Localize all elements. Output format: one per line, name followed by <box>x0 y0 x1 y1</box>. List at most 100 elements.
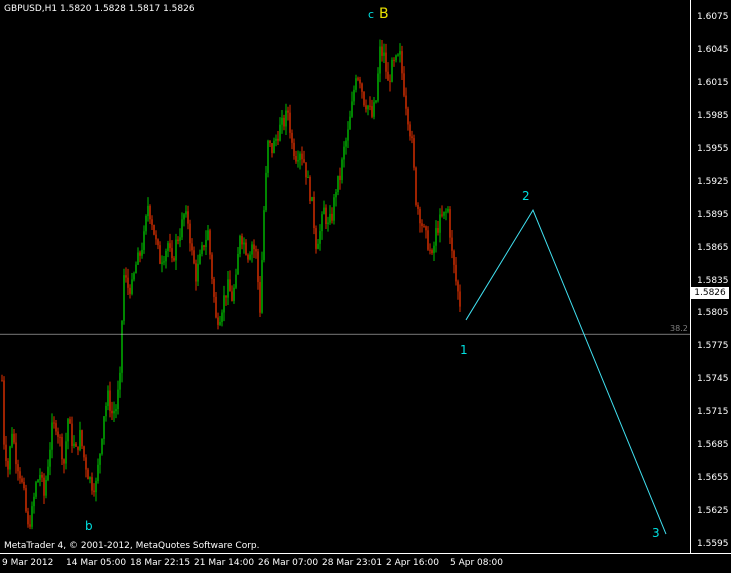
candle-body <box>259 282 261 313</box>
candle-body <box>53 422 55 424</box>
candle-body <box>287 110 289 113</box>
candle-body <box>305 162 307 178</box>
candle-body <box>347 129 349 141</box>
candle-body <box>459 291 461 307</box>
candle-body <box>123 275 125 321</box>
candle-body <box>177 239 179 242</box>
candle-body <box>227 279 229 298</box>
candle-body <box>325 207 327 225</box>
candle-body <box>357 78 359 80</box>
price-axis[interactable]: 1.6075 1.6045 1.6015 1.5985 1.5955 1.5925 1.58… <box>690 0 731 553</box>
candle-body <box>273 140 275 154</box>
candle-body <box>5 444 7 461</box>
candle-body <box>271 143 273 154</box>
candle-body <box>171 248 173 259</box>
candle-body <box>167 243 169 251</box>
candle-body <box>413 138 415 168</box>
candle-body <box>231 291 233 301</box>
wave-label-3: 3 <box>652 526 660 540</box>
candle-body <box>39 474 41 480</box>
candle-body <box>373 102 375 117</box>
candle-body <box>293 142 295 157</box>
price-tick-label: 1.6015 <box>697 77 729 88</box>
candle-series <box>1 39 461 530</box>
candle-body <box>21 478 23 482</box>
candle-body <box>153 224 155 235</box>
time-tick-label: 9 Mar 2012 <box>2 558 54 568</box>
candle-body <box>359 79 361 84</box>
candle-body <box>339 175 341 181</box>
candle-body <box>223 295 225 313</box>
candle-body <box>255 249 257 252</box>
price-tick-label: 1.5595 <box>697 539 729 549</box>
candle-body <box>447 209 449 212</box>
candle-body <box>91 477 93 491</box>
candle-body <box>29 524 31 527</box>
candle-body <box>65 441 67 464</box>
candle-body <box>217 317 219 325</box>
candle-body <box>49 449 51 467</box>
candle-body <box>207 230 209 240</box>
candle-body <box>99 453 101 465</box>
wave-label-1: 1 <box>460 343 468 357</box>
candle-body <box>297 160 299 162</box>
candle-body <box>321 214 323 232</box>
candle-body <box>329 213 331 223</box>
candle-body <box>141 249 143 256</box>
candle-body <box>109 390 111 411</box>
candle-body <box>279 124 281 141</box>
candle-body <box>257 251 259 283</box>
candle-body <box>437 228 439 233</box>
candle-body <box>151 219 153 225</box>
candle-body <box>25 488 27 512</box>
candle-body <box>41 474 43 478</box>
candle-body <box>409 124 411 137</box>
candle-body <box>63 459 65 464</box>
candle-body <box>75 443 77 447</box>
candle-body <box>107 390 109 406</box>
price-tick-label: 1.5655 <box>697 473 729 484</box>
candle-body <box>61 437 63 460</box>
candle-body <box>1 380 3 382</box>
price-tick-label: 1.5715 <box>697 407 729 418</box>
price-tick-label: 1.5955 <box>697 143 729 154</box>
candle-body <box>115 409 117 412</box>
candle-body <box>311 196 313 202</box>
candle-body <box>161 262 163 264</box>
candle-body <box>69 419 71 424</box>
candle-body <box>85 457 87 470</box>
candle-body <box>335 192 337 198</box>
candle-body <box>323 207 325 215</box>
candle-body <box>427 230 429 250</box>
elliott-wave-projection-line[interactable] <box>465 209 667 535</box>
candle-body <box>281 117 283 125</box>
candle-body <box>453 250 455 265</box>
candle-body <box>341 159 343 181</box>
candle-body <box>361 83 363 92</box>
price-tick-label: 1.5895 <box>697 209 729 220</box>
candle-body <box>239 236 241 255</box>
candle-body <box>313 196 315 229</box>
candle-body <box>81 430 83 447</box>
candle-body <box>103 416 105 439</box>
candle-body <box>43 477 45 496</box>
candle-body <box>385 52 387 72</box>
fib-level-label: 38.2 <box>670 324 688 333</box>
candle-body <box>205 239 207 248</box>
price-tick-label: 1.5925 <box>697 176 729 187</box>
candle-body <box>179 237 181 242</box>
candle-body <box>375 100 377 103</box>
candle-body <box>175 239 177 261</box>
current-price-marker: 1.5826 <box>691 287 729 299</box>
candle-body <box>135 264 137 274</box>
candle-body <box>225 295 227 298</box>
candle-body <box>261 260 263 313</box>
candle-body <box>197 263 199 282</box>
time-axis[interactable]: 9 Mar 2012 14 Mar 05:00 18 Mar 22:15 21 Mar… <box>0 553 731 573</box>
candle-body <box>23 481 25 489</box>
time-tick-label: 14 Mar 05:00 <box>66 558 127 568</box>
candle-body <box>15 442 17 465</box>
candle-body <box>355 78 357 90</box>
chart-window[interactable]: GBPUSD,H1 1.5820 1.5828 1.5817 1.5826 1.… <box>0 0 731 573</box>
price-tick-label: 1.6075 <box>697 12 729 22</box>
